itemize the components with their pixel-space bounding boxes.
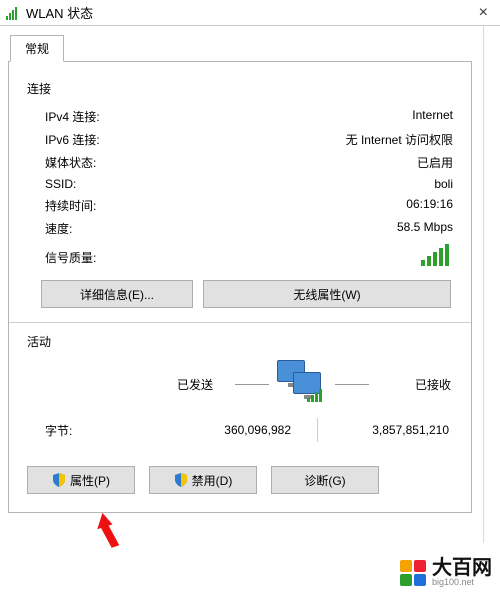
divider [9,322,471,323]
activity-header: 已发送 已接收 [25,358,455,408]
label-ipv4: IPv4 连接: [45,108,100,125]
window-title: WLAN 状态 [26,3,473,22]
value-bytes-sent: 360,096,982 [155,423,291,437]
row-duration: 持续时间: 06:19:16 [25,194,455,217]
value-ipv4: Internet [412,108,453,125]
label-signal: 信号质量: [45,249,96,266]
dialog: 常规 连接 IPv4 连接: Internet IPv6 连接: 无 Inter… [8,34,472,513]
label-media: 媒体状态: [45,154,96,171]
shield-icon [174,473,188,487]
value-media: 已启用 [417,154,453,171]
row-ipv6: IPv6 连接: 无 Internet 访问权限 [25,128,455,151]
close-button[interactable]: × [473,4,494,22]
watermark-logo-icon [400,560,426,586]
tab-panel: 连接 IPv4 连接: Internet IPv6 连接: 无 Internet… [8,61,472,513]
button-row-actions: 属性(P) 禁用(D) 诊断(G) [27,466,455,494]
signal-bars-icon [421,244,449,266]
disable-button[interactable]: 禁用(D) [149,466,257,494]
section-activity: 活动 [27,333,455,350]
value-ssid: boli [434,177,453,191]
label-bytes: 字节: [45,422,155,439]
button-row-connection: 详细信息(E)... 无线属性(W) [41,280,455,308]
label-sent: 已发送 [177,376,213,393]
label-received: 已接收 [415,376,451,393]
value-speed: 58.5 Mbps [397,220,453,237]
watermark-url: big100.net [432,578,492,587]
value-bytes-recv: 3,857,851,210 [344,423,453,437]
details-button[interactable]: 详细信息(E)... [41,280,193,308]
label-speed: 速度: [45,220,72,237]
label-ipv6: IPv6 连接: [45,131,100,148]
titlebar: WLAN 状态 × [0,0,500,26]
label-ssid: SSID: [45,177,76,191]
disable-button-label: 禁用(D) [192,472,233,489]
properties-button[interactable]: 属性(P) [27,466,135,494]
row-bytes: 字节: 360,096,982 3,857,851,210 [25,408,455,446]
row-signal: 信号质量: [25,240,455,270]
watermark: 大百网 big100.net [400,558,492,587]
divider [317,418,318,442]
diagnose-button[interactable]: 诊断(G) [271,466,379,494]
label-duration: 持续时间: [45,197,96,214]
value-duration: 06:19:16 [406,197,453,214]
diagnose-button-label: 诊断(G) [304,472,345,489]
row-ipv4: IPv4 连接: Internet [25,105,455,128]
value-ipv6: 无 Internet 访问权限 [346,131,453,148]
row-media: 媒体状态: 已启用 [25,151,455,174]
wifi-icon [6,6,20,20]
line-icon [235,384,269,385]
wireless-properties-button[interactable]: 无线属性(W) [203,280,451,308]
shield-icon [52,473,66,487]
tab-general[interactable]: 常规 [10,35,64,62]
network-monitors-icon [277,360,327,404]
row-speed: 速度: 58.5 Mbps [25,217,455,240]
section-connection: 连接 [27,80,455,97]
line-icon [335,384,369,385]
divider [483,26,484,543]
annotation-arrow-icon [96,512,120,548]
watermark-name: 大百网 [432,558,492,578]
properties-button-label: 属性(P) [70,472,110,489]
row-ssid: SSID: boli [25,174,455,194]
